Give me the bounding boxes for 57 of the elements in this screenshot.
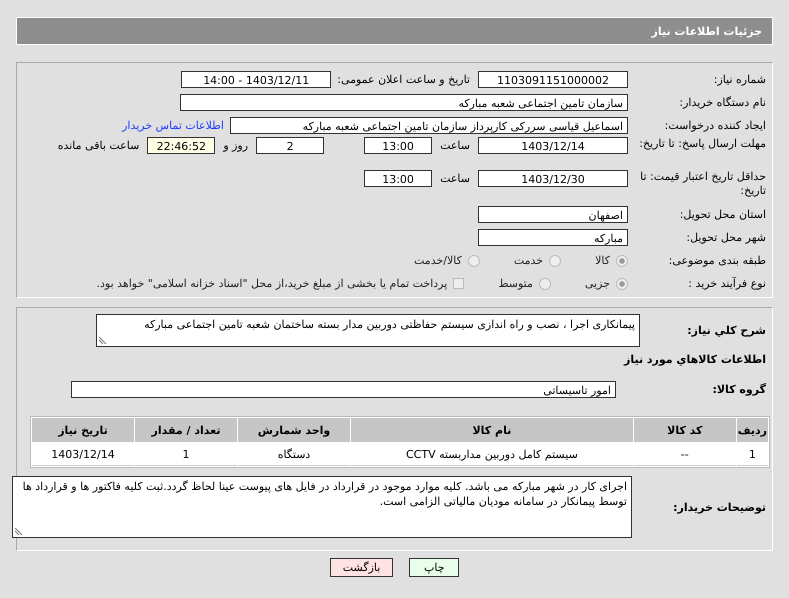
field-label: استان محل تحویل: — [678, 208, 767, 221]
column-header: ردیف — [736, 418, 768, 442]
field-label: مهلت ارسال پاسخ: تا تاریخ: — [638, 137, 767, 151]
checkbox[interactable] — [453, 278, 464, 289]
back-button[interactable]: بازگشت — [330, 558, 394, 577]
time-label: ساعت — [440, 171, 470, 187]
field-label: نام دستگاه خریدار: — [678, 96, 767, 109]
field-label: شهر محل تحویل: — [685, 231, 767, 244]
days-field: 2 — [256, 137, 324, 154]
option-label: کالا — [595, 254, 610, 267]
time-label: ساعت — [440, 138, 470, 154]
remaining-time-field: 22:46:52 — [147, 137, 216, 154]
option-label: کالا/خدمت — [414, 254, 462, 267]
column-header: تعداد / مقدار — [135, 418, 237, 442]
radio-button[interactable] — [616, 254, 628, 266]
field-label: شرح کلي نياز: — [686, 324, 767, 337]
field-label: توضیحات خریدار: — [672, 500, 767, 514]
days-label: روز و — [223, 138, 248, 154]
description-field: پیمانکاری اجرا ، نصب و راه اندازی سیستم حفاظتی دوربین مدار بسته ساختمان شعبه تامین اجتماعی مبارکه — [96, 314, 640, 347]
column-header: کد کالا — [634, 418, 736, 442]
page-title: جزئیات اطلاعات نیاز — [652, 24, 762, 38]
field-label: تاریخ و ساعت اعلان عمومی: — [337, 73, 470, 86]
option-label: متوسط — [498, 277, 533, 290]
print-button[interactable]: چاپ — [409, 558, 460, 577]
column-header: تاریخ نیاز — [32, 418, 134, 442]
buyer-field: سازمان تامین اجتماعی شعبه مبارکه — [180, 94, 628, 111]
option-label: خدمت — [514, 254, 544, 267]
field-label: طبقه بندی موضوعی: — [668, 254, 767, 267]
radio-button[interactable] — [616, 278, 628, 290]
radio-button[interactable] — [538, 278, 551, 290]
radio-button[interactable] — [549, 254, 562, 266]
field-label: حداقل تاریخ اعتبار قیمت: تا تاریخ: — [639, 170, 767, 198]
buyer-notes-field: اجرای کار در شهر مبارکه می باشد. کلیه موارد موجود در قرارداد در فایل های پیوست عینا لحاظ گردد.ثبت کلیه فاکتور ها و قرارداد ها توسط پیمانکار در سامانه مودیان مالیاتی الزامی است. — [12, 476, 632, 538]
need-number-field: 1103091151000002 — [478, 71, 628, 88]
date-field: 1403/12/30 — [478, 170, 628, 187]
announce-date-field: 1403/12/11 - 14:00 — [181, 71, 332, 88]
column-header: نام کالا — [351, 418, 633, 442]
field-label: گروه كالا: — [711, 383, 767, 396]
province-field: اصفهان — [478, 206, 628, 223]
resize-grip-icon[interactable] — [15, 526, 24, 535]
field-label: شماره نیاز: — [712, 73, 767, 86]
resize-grip-icon[interactable] — [99, 335, 108, 344]
field-label: نوع فرآیند خرید : — [687, 277, 767, 290]
goods-group-field: امور تاسیساتی — [71, 381, 616, 398]
option-label: پرداخت تمام یا بخشی از مبلغ خرید،از محل "اسناد خزانه اسلامی" خواهد بود. — [96, 277, 448, 290]
column-header: واحد شمارش — [238, 418, 350, 442]
time-field: 13:00 — [364, 170, 432, 187]
buyer-contact-link[interactable]: اطلاعات تماس خریدار — [122, 119, 224, 132]
time-field: 13:00 — [364, 137, 432, 154]
radio-button[interactable] — [468, 254, 480, 266]
field-label: ایجاد کننده درخواست: — [664, 119, 767, 132]
remaining-label: ساعت باقی مانده — [58, 138, 140, 154]
option-label: جزیی — [584, 277, 610, 290]
city-field: مبارکه — [478, 229, 628, 246]
section-title: اطلاعات كالاهاي مورد نياز — [624, 352, 767, 368]
date-field: 1403/12/14 — [478, 137, 628, 154]
creator-field: اسماعیل قیاسی سررکی کارپرداز سازمان تامین اجتماعی شعبه مبارکه — [230, 117, 628, 134]
